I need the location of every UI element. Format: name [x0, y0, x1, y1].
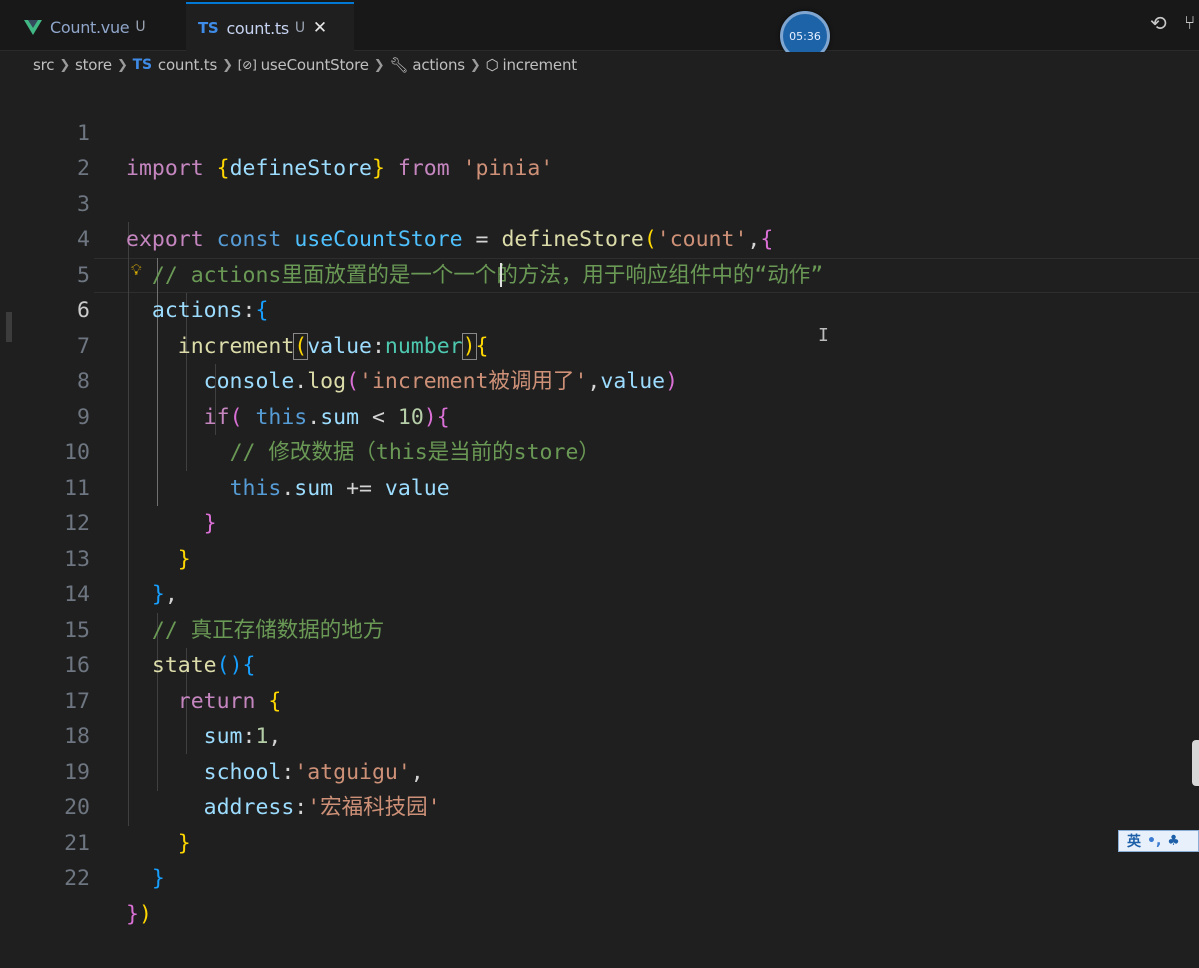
property-wrench-icon: 🔧︎: [389, 56, 409, 74]
code-line: 6 increment(value:number){: [0, 258, 1199, 360]
mouse-ibeam-cursor-icon: I: [818, 325, 829, 346]
untracked-badge: U: [294, 20, 305, 36]
code-line: 11 }: [0, 435, 1199, 537]
breadcrumb-src[interactable]: src: [33, 56, 55, 74]
code-line: 7 console.log('increment被调用了',value): [0, 293, 1199, 395]
chevron-right-icon: ❯: [373, 57, 385, 73]
close-icon[interactable]: ✕: [313, 18, 327, 38]
breadcrumb: src ❯ store ❯ TS count.ts ❯ [⊘] useCount…: [0, 52, 1199, 78]
tab-label: count.ts: [226, 18, 289, 38]
ime-language-label[interactable]: 英: [1127, 831, 1141, 851]
code-token: }: [151, 866, 165, 891]
code-line: 9 // 修改数据（this是当前的store）: [0, 364, 1199, 466]
code-line: 3 export const useCountStore = defineSto…: [0, 151, 1199, 253]
code-line: 16 return {: [0, 613, 1199, 714]
ime-punctuation-icon[interactable]: •,: [1147, 833, 1161, 849]
code-line: 21 }: [0, 790, 1199, 892]
code-line: 4 // actions里面放置的是一个一个的方法，用于响应组件中的“动作”: [0, 187, 1199, 288]
code-line: 2: [0, 116, 1199, 181]
ts-file-icon: TS: [198, 19, 219, 37]
code-token: ): [138, 901, 152, 927]
code-line: 5 actions:{: [0, 222, 1199, 324]
code-line: 10 this.sum += value: [0, 400, 1199, 501]
breadcrumb-increment[interactable]: increment: [503, 56, 578, 74]
chevron-right-icon: ❯: [116, 57, 128, 73]
breadcrumb-count-ts[interactable]: count.ts: [158, 56, 217, 74]
code-line: 14 // 真正存储数据的地方: [0, 542, 1199, 643]
breadcrumb-store[interactable]: store: [75, 56, 112, 74]
code-line: 19 address:'宏福科技园': [0, 719, 1199, 821]
code-line: 8 if( this.sum < 10){: [0, 329, 1199, 430]
method-cube-icon: ⬡: [485, 56, 499, 74]
tab-count-vue[interactable]: Count.vue U: [12, 4, 184, 50]
scrollbar-thumb[interactable]: [1192, 740, 1199, 786]
code-line: 1 import {defineStore} from 'pinia': [0, 80, 1199, 182]
chevron-right-icon: ❯: [469, 57, 481, 73]
source-control-icon[interactable]: ⑂: [1184, 13, 1199, 33]
tab-count-ts[interactable]: TS count.ts U ✕: [186, 2, 354, 52]
ime-user-icon[interactable]: ♣: [1167, 833, 1180, 849]
variable-symbol-icon: [⊘]: [237, 58, 257, 72]
breadcrumb-usecountstore[interactable]: useCountStore: [261, 56, 369, 74]
vue-file-icon: [24, 19, 42, 35]
code-line: 17 sum:1,: [0, 648, 1199, 750]
code-line: 22 }): [0, 826, 1199, 927]
editor-tab-bar: Count.vue U TS count.ts U ✕ ⟲ ⑂: [0, 0, 1199, 52]
code-line: 18 school:'atguigu',: [0, 684, 1199, 785]
code-editor[interactable]: 💡︎ 1 import {defineStore} from 'pinia' 2…: [0, 80, 1199, 927]
breadcrumb-actions[interactable]: actions: [412, 56, 465, 74]
chevron-right-icon: ❯: [59, 57, 71, 73]
ime-status-bar[interactable]: 英 •, ♣: [1118, 830, 1199, 852]
tab-label: Count.vue: [50, 17, 130, 37]
text-cursor: [500, 263, 502, 287]
code-line: 20 }: [0, 755, 1199, 856]
ts-file-icon: TS: [132, 57, 152, 73]
chevron-right-icon: ❯: [222, 57, 233, 73]
code-line: 15 state(){: [0, 577, 1199, 679]
code-line: 13 },: [0, 506, 1199, 608]
timeline-history-icon[interactable]: ⟲: [1150, 13, 1170, 33]
line-number: 22: [64, 866, 90, 891]
code-line: 12 }: [0, 471, 1199, 572]
untracked-badge: U: [135, 19, 146, 35]
code-token: }: [126, 901, 139, 927]
